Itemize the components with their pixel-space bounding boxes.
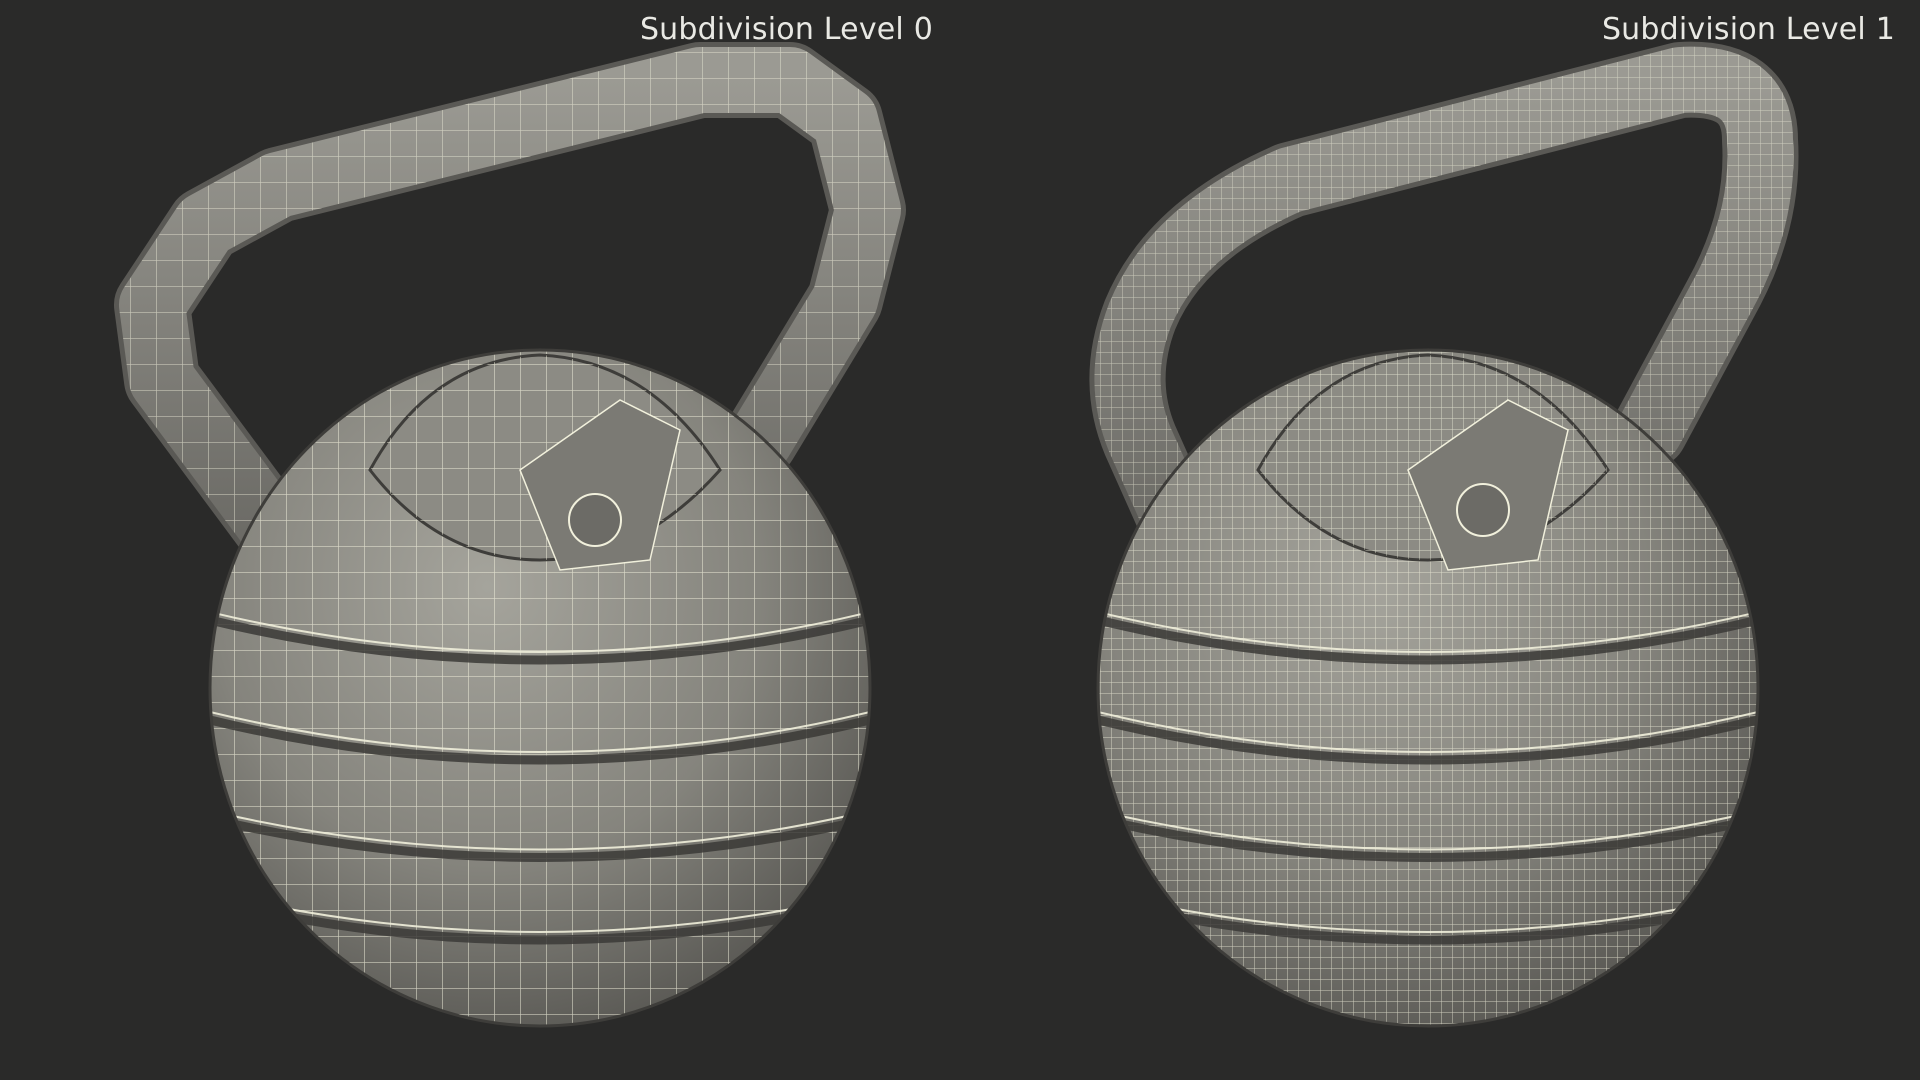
kettlebell-level-0 (114, 42, 906, 1028)
viewport: Subdivision Level 0 Subdivision Level 1 (0, 0, 1920, 1080)
subdivision-level-0-label: Subdivision Level 0 (639, 12, 933, 47)
render-canvas (114, 41, 1799, 1028)
subdivision-level-1-label: Subdivision Level 1 (1601, 12, 1895, 47)
kettlebell-level-1 (1089, 41, 1799, 1028)
